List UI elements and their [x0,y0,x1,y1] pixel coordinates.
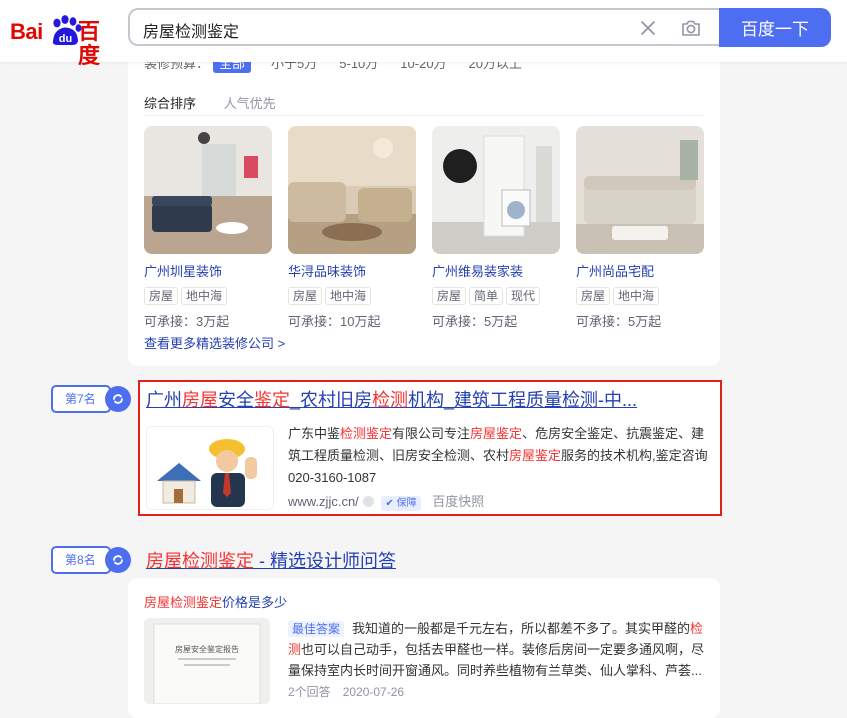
result-thumbnail[interactable] [146,426,274,510]
company-tag: 现代 [506,287,541,305]
company-price: 可承接：10万起 [288,314,381,329]
rank-badge: 第7名 [51,385,131,413]
qa-meta: 2个回答 2020-07-26 [288,683,416,700]
header-bar: Bai du 百度 房屋检测鉴定 百度一下 [0,0,847,68]
company-tag: 地中海 [181,287,228,305]
tab-comprehensive[interactable]: 综合排序 [144,93,196,112]
link-icon [105,386,131,412]
baidu-logo[interactable]: Bai du 百度 [10,14,114,68]
qa-card: 房屋检测鉴定价格是多少 房屋安全鉴定报告 最佳答案 我知道的一般都是千元左右，所以… [128,578,720,718]
result-meta: www.zjjc.cn/ ✔ 保障 百度快照 [288,491,484,511]
logo-du-text: du [59,33,72,45]
camera-icon[interactable] [680,17,702,39]
search-input[interactable]: 房屋检测鉴定 [128,8,720,46]
search-result-7: 广州房屋安全鉴定_农村旧房检测机构_建筑工程质量检测-中... 广东中鉴检测鉴定… [138,380,722,516]
snapshot-link[interactable]: 百度快照 [432,494,484,509]
dropdown-circle-icon[interactable] [362,496,374,507]
verified-label: 保障 [396,498,417,509]
company-name[interactable]: 广州维易装家装 [432,261,560,280]
sort-tabs: 综合排序 人气优先 [144,93,300,112]
company-tag: 房屋 [576,287,611,305]
company-card[interactable]: 华浔品味装饰 房屋 地中海 可承接：10万起 [288,126,416,330]
decoration-companies-card: 装修预算： 全部 小于5万 5-10万 10-20万 20万以上 综合排序 人气优先 广州… [128,40,720,366]
qa-answer-text: 最佳答案 我知道的一般都是千元左右，所以都差不多了。其实甲醛的检测也可以自己动手，… [288,621,705,678]
qa-question-link[interactable]: 房屋检测鉴定价格是多少 [144,592,287,611]
report-title-text: 房屋安全鉴定报告 [175,644,239,654]
company-name[interactable]: 广州圳星装饰 [144,261,272,280]
result-title-link[interactable]: 广州房屋安全鉴定_农村旧房检测机构_建筑工程质量检测-中... [146,386,637,412]
result-description: 广东中鉴检测鉴定有限公司专注房屋鉴定、危房安全鉴定、抗震鉴定、建筑工程质量检测、… [288,426,708,485]
answer-count[interactable]: 2个回答 [288,685,331,699]
rank-label: 第7名 [51,385,111,413]
company-card[interactable]: 广州圳星装饰 房屋 地中海 可承接：3万起 [144,126,272,330]
close-icon[interactable] [638,18,658,38]
logo-bai-text: Bai [10,19,43,44]
verified-badge[interactable]: ✔ 保障 [381,496,421,511]
company-tag: 地中海 [325,287,372,305]
best-answer-tag: 最佳答案 [288,621,345,637]
report-document-image[interactable]: 房屋安全鉴定报告 [144,618,270,704]
sofa-room-image[interactable] [576,126,704,254]
result-8-title-link[interactable]: 房屋检测鉴定 - 精选设计师问答 [146,547,396,573]
tabs-divider [144,115,704,116]
living-room-image[interactable] [288,126,416,254]
company-card[interactable]: 广州维易装家装 房屋 简单 现代 可承接：5万起 [432,126,560,330]
laundry-room-image[interactable] [432,126,560,254]
shield-check-icon: ✔ [385,498,394,509]
company-price: 可承接：3万起 [144,314,230,329]
logo-baidu-cn: 百度 [78,19,100,68]
company-price: 可承接：5万起 [432,314,518,329]
search-query-text[interactable]: 房屋检测鉴定 [143,18,239,42]
company-tag: 房屋 [144,287,179,305]
company-name[interactable]: 华浔品味装饰 [288,261,416,280]
living-room-image[interactable] [144,126,272,254]
company-name[interactable]: 广州尚品宅配 [576,261,704,280]
more-companies-link[interactable]: 查看更多精选装修公司 > [144,333,285,352]
company-tag: 简单 [469,287,504,305]
link-icon [105,547,131,573]
company-card[interactable]: 广州尚品宅配 房屋 地中海 可承接：5万起 [576,126,704,330]
rank-badge: 第8名 [51,546,131,574]
rank-label: 第8名 [51,546,111,574]
tab-popularity[interactable]: 人气优先 [224,93,276,112]
company-tag: 房屋 [432,287,467,305]
company-tag: 地中海 [613,287,660,305]
result-url[interactable]: www.zjjc.cn/ [288,494,359,509]
company-price: 可承接：5万起 [576,314,662,329]
answer-date: 2020-07-26 [342,685,405,699]
company-tag: 房屋 [288,287,323,305]
search-button[interactable]: 百度一下 [719,8,831,47]
